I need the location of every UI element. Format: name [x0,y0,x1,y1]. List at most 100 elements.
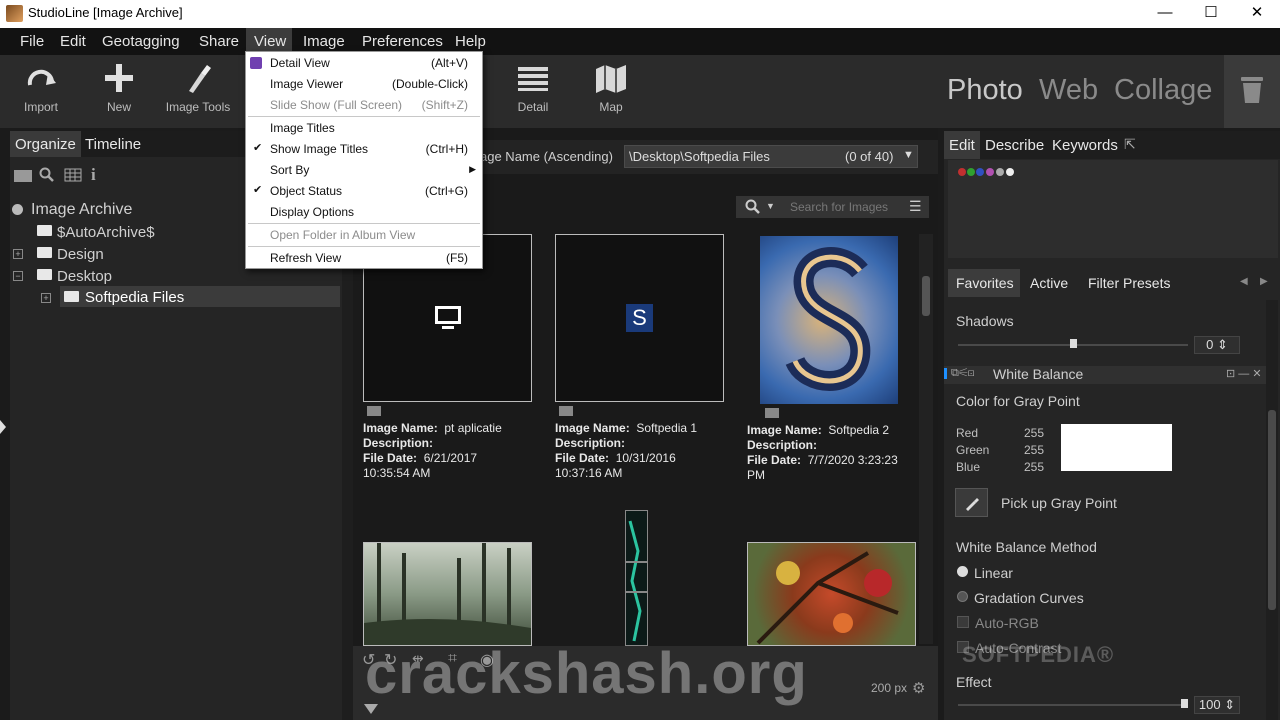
menu-geotagging[interactable]: Geotagging [102,33,180,50]
chevron-left-icon[interactable]: ◀ [1240,276,1248,287]
subtab-filter-presets[interactable]: Filter Presets [1088,275,1170,291]
tree-item-autoarchive[interactable]: $AutoArchive$ [57,224,155,241]
effect-slider-handle[interactable] [1181,699,1188,708]
pick-gray-point-button[interactable] [955,488,988,517]
thumbnail-forest[interactable] [363,542,532,646]
menu-edit[interactable]: Edit [60,33,86,50]
menu-file[interactable]: File [20,33,44,50]
thumbnail-strip[interactable] [625,510,648,646]
trash-button[interactable] [1224,55,1280,128]
checkbox-auto-rgb[interactable] [957,616,969,628]
menu-share[interactable]: Share [199,33,239,50]
menu-icon[interactable]: ☰ [909,198,922,215]
right-scrollbar-thumb[interactable] [1268,410,1276,610]
method-linear-label[interactable]: Linear [974,565,1013,581]
detail-view-icon [250,57,262,69]
path-dropdown[interactable]: \Desktop\Softpedia Files (0 of 40) ▼ [624,145,918,168]
menu-preferences[interactable]: Preferences [362,33,443,50]
grid-scrollbar-thumb[interactable] [922,276,930,316]
add-folder-icon[interactable] [14,170,32,182]
name-label: Image Name: [555,421,630,435]
tree-item-desktop[interactable]: Desktop [57,268,112,285]
menu-object-status[interactable]: Object Status [270,184,342,198]
menu-bar [0,28,1280,55]
mode-web[interactable]: Web [1039,74,1098,107]
search-field[interactable]: ▼ Search for Images ☰ [736,196,929,218]
map-label: Map [599,100,623,114]
tab-timeline[interactable]: Timeline [80,131,146,157]
menu-refresh-view[interactable]: Refresh View [270,251,341,265]
radio-linear[interactable] [957,566,968,577]
sort-order-label[interactable]: age Name (Ascending) [480,149,613,164]
archive-icon [12,204,23,215]
tab-keywords[interactable]: Keywords [1052,137,1118,154]
menu-separator [248,116,480,117]
menu-detail-view[interactable]: Detail View [270,56,330,70]
shadows-spinner[interactable]: 0 ⇕ [1194,336,1240,354]
menu-display-options[interactable]: Display Options [270,205,354,219]
shadows-label: Shadows [956,313,1014,329]
menu-show-image-titles[interactable]: Show Image Titles [270,142,368,156]
subtab-favorites[interactable]: Favorites [956,275,1014,291]
menu-sort-by[interactable]: Sort By [270,163,309,177]
gray-point-swatch[interactable] [1061,424,1172,471]
watermark-text: crackshash.org [365,641,808,706]
mode-collage[interactable]: Collage [1114,74,1212,107]
effect-slider[interactable] [958,704,1188,706]
minimize-button[interactable]: — [1142,0,1188,28]
new-button[interactable]: New [96,55,142,128]
filter-tools-icon[interactable]: ⧉⚟⊡ [951,367,975,380]
radio-gradation-curves[interactable] [957,591,968,602]
tree-item-softpedia-files[interactable]: Softpedia Files [85,289,184,306]
menu-help[interactable]: Help [455,33,486,50]
subtab-active[interactable]: Active [1030,275,1068,291]
thumbnail-softpedia-2[interactable] [760,236,898,404]
menu-open-folder-album[interactable]: Open Folder in Album View [270,228,415,242]
import-button[interactable]: Import [12,55,70,128]
date-label: File Date: [363,451,418,465]
thumbnail-leaves[interactable] [747,542,916,646]
menu-slide-show[interactable]: Slide Show (Full Screen) [270,98,402,112]
tab-edit[interactable]: Edit [949,137,975,154]
map-button[interactable]: Map [588,55,634,128]
shortcut-show-image-titles: (Ctrl+H) [425,142,468,156]
shadows-slider-handle[interactable] [1070,339,1077,348]
collapse-icon[interactable]: − [13,271,23,281]
expand-icon[interactable]: + [13,249,23,259]
method-gradation-label[interactable]: Gradation Curves [974,590,1084,606]
gray-dot-icon [996,168,1004,176]
right-scrollbar[interactable] [1266,300,1278,720]
effect-label: Effect [956,674,992,690]
maximize-button[interactable]: ☐ [1188,0,1234,28]
menu-image[interactable]: Image [303,33,345,50]
menu-image-titles[interactable]: Image Titles [270,121,335,135]
thumbnail-softpedia-1[interactable]: S [555,234,724,402]
image-tools-button[interactable]: Image Tools [162,55,234,128]
detail-button[interactable]: Detail [508,55,558,128]
tab-organize[interactable]: Organize [10,131,81,157]
effect-spinner[interactable]: 100 ⇕ [1194,696,1240,714]
chevron-right-icon[interactable]: ▶ [1260,276,1268,287]
search-icon[interactable] [39,167,55,183]
window-controls-icon[interactable]: ⊡ — ✕ [1226,367,1262,380]
file-date: 10/31/2016 [615,451,676,465]
close-button[interactable]: ✕ [1234,0,1280,28]
info-icon[interactable]: i [91,165,96,185]
auto-rgb-label[interactable]: Auto-RGB [975,615,1039,631]
shortcut-slide-show: (Shift+Z) [421,98,468,112]
menu-view[interactable]: View [254,33,286,50]
collapse-left-arrow[interactable] [0,420,6,434]
submenu-arrow-icon: ▶ [469,164,476,174]
table-icon[interactable] [64,168,82,182]
gear-icon[interactable]: ⚙ [912,679,925,697]
trash-icon [1241,77,1263,103]
menu-image-viewer[interactable]: Image Viewer [270,77,343,91]
folder-icon [37,247,52,258]
tree-item-design[interactable]: Design [57,246,104,263]
expand-icon[interactable]: + [41,293,51,303]
tree-root-image-archive[interactable]: Image Archive [31,201,132,219]
mode-photo[interactable]: Photo [947,74,1023,107]
detach-icon[interactable]: ⇱ [1124,136,1136,153]
tab-describe[interactable]: Describe [985,137,1044,154]
grid-scrollbar[interactable] [919,234,933,644]
